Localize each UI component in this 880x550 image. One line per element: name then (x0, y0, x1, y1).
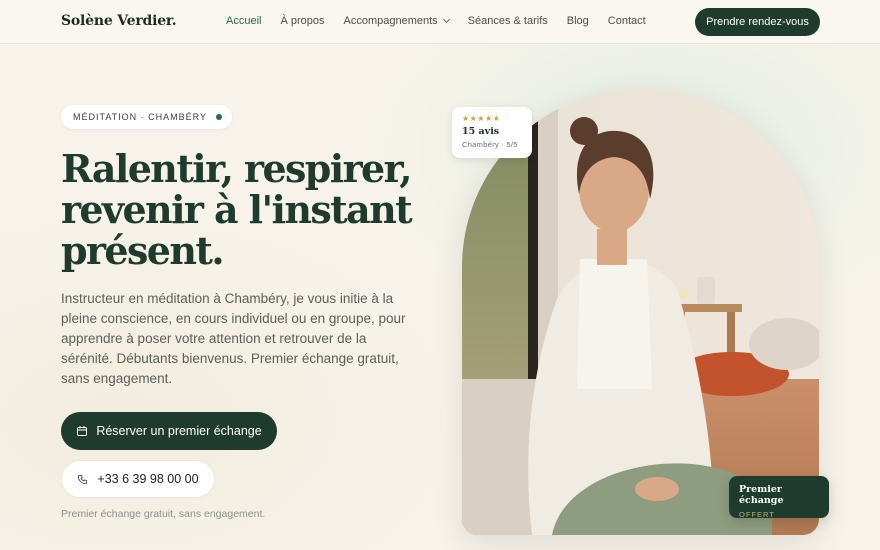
hero-description: Instructeur en méditation à Chambéry, je… (61, 291, 406, 386)
rating-card: ★★★★★ 15 avis Chambéry · 5/5 (452, 107, 532, 158)
offer-title: Premier échange (739, 484, 784, 506)
category-badge-label: MÉDITATION · CHAMBÉRY (73, 112, 208, 122)
nav-links: Accueil À propos Accompagnements Séances… (226, 15, 665, 27)
top-navigation: Solène Verdier. Accueil À propos Accompa… (0, 0, 880, 44)
book-first-exchange-label: Réserver un premier échange (96, 424, 262, 438)
brand-logo[interactable]: Solène Verdier. (61, 13, 177, 29)
nav-link-accueil[interactable]: Accueil (226, 15, 261, 27)
hero-headline: Ralentir, respirer, revenir à l'instant … (61, 146, 413, 273)
rating-location: Chambéry · 5/5 (462, 140, 518, 149)
free-exchange-note: Premier échange gratuit, sans engagement… (61, 508, 266, 520)
book-appointment-button[interactable]: Prendre rendez-vous (695, 8, 820, 36)
rating-stars: ★★★★★ (462, 114, 501, 123)
nav-link-accompagnements-label: Accompagnements (343, 15, 438, 27)
nav-link-a-propos[interactable]: À propos (280, 15, 324, 27)
phone-number: +33 6 39 98 00 00 (97, 472, 199, 486)
chevron-down-icon (442, 15, 450, 24)
calendar-icon (77, 426, 88, 436)
phone-icon (78, 474, 88, 484)
book-first-exchange-button[interactable]: Réserver un premier échange (61, 412, 277, 450)
phone-button[interactable]: +33 6 39 98 00 00 (61, 460, 215, 498)
status-dot (216, 114, 223, 120)
nav-link-accompagnements[interactable]: Accompagnements (343, 15, 450, 27)
offer-card: Premier échange OFFERT (729, 476, 829, 519)
nav-link-blog[interactable]: Blog (567, 15, 589, 27)
nav-link-contact[interactable]: Contact (608, 15, 646, 27)
rating-count: 15 avis (462, 126, 500, 137)
nav-link-seances-tarifs[interactable]: Séances & tarifs (468, 15, 548, 27)
category-badge: MÉDITATION · CHAMBÉRY (61, 105, 233, 129)
offer-subtitle: OFFERT (739, 510, 775, 519)
